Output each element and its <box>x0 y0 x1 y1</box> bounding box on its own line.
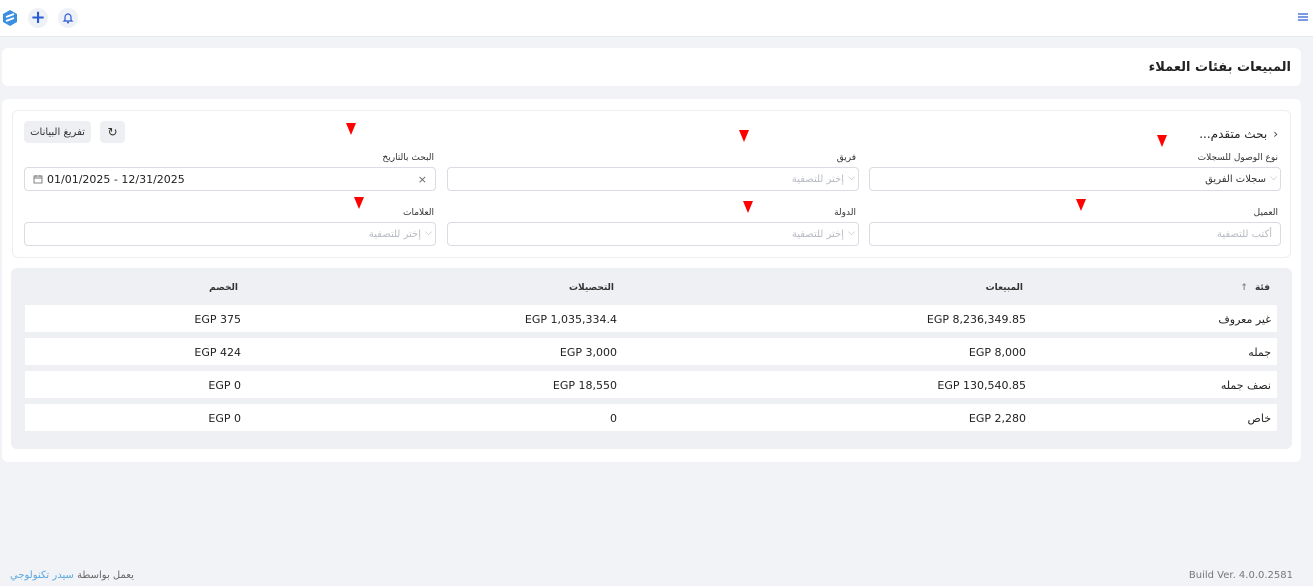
table-row[interactable]: خاص EGP 2,280 0 EGP 0 <box>25 404 1277 431</box>
cell-discount: EGP 0 <box>208 379 241 392</box>
top-bar: + <box>0 0 1313 37</box>
country-select[interactable]: ⌵ إختر للتصفية <box>447 222 859 246</box>
hamburger-icon[interactable] <box>1296 10 1310 24</box>
client-input[interactable]: أكتب للتصفية <box>869 222 1281 246</box>
access-type-label: نوع الوصول للسجلات <box>1197 153 1278 163</box>
plus-icon[interactable]: + <box>28 8 48 28</box>
footer-powered-by: يعمل بواسطة سيدر تكنولوجي <box>10 570 134 581</box>
refresh-button[interactable]: ↻ <box>100 121 125 143</box>
export-button[interactable]: تفريغ البيانات <box>24 121 91 143</box>
cell-discount: EGP 375 <box>194 313 241 326</box>
chevron-down-icon: ⌵ <box>848 228 855 238</box>
annotation-marker <box>1076 199 1086 211</box>
sort-up-icon: ↑ <box>1240 283 1248 293</box>
chevron-left-icon: ‹ <box>1273 127 1278 141</box>
advanced-search-toggle[interactable]: ‹ بحث متقدم... <box>1199 127 1278 141</box>
cell-collections: EGP 18,550 <box>552 379 617 392</box>
column-header-discount[interactable]: الخصم <box>209 283 238 293</box>
main-card: ‹ بحث متقدم... تفريغ البيانات ↻ نوع الوص… <box>2 99 1301 462</box>
cell-discount: EGP 424 <box>194 346 241 359</box>
chevron-down-icon: ⌵ <box>848 173 855 183</box>
logo-icon[interactable] <box>0 8 20 28</box>
table-row[interactable]: غير معروف EGP 8,236,349.85 EGP 1,035,334… <box>25 305 1277 332</box>
clear-icon[interactable]: × <box>418 173 427 186</box>
access-type-select[interactable]: ⌵ سجلات الفريق <box>869 167 1281 191</box>
column-header-collections[interactable]: التحصيلات <box>569 283 614 293</box>
tags-label: العلامات <box>403 208 434 218</box>
title-card: المبيعات بفئات العملاء <box>2 48 1301 86</box>
cell-collections: EGP 3,000 <box>559 346 617 359</box>
date-label: البحث بالتاريخ <box>382 153 434 163</box>
team-label: فريق <box>836 153 856 163</box>
cell-category: غير معروف <box>1218 313 1271 326</box>
annotation-marker <box>1157 135 1167 147</box>
cell-collections: 0 <box>610 412 617 425</box>
table-row[interactable]: جمله EGP 8,000 EGP 3,000 EGP 424 <box>25 338 1277 365</box>
cell-sales: EGP 8,000 <box>968 346 1026 359</box>
page-title: المبيعات بفئات العملاء <box>1148 60 1291 75</box>
annotation-marker <box>739 130 749 142</box>
advanced-search-label: بحث متقدم... <box>1199 127 1268 141</box>
cell-category: نصف جمله <box>1220 379 1271 392</box>
column-header-category[interactable]: فئة ↑ <box>1240 283 1270 293</box>
team-select[interactable]: ⌵ إختر للتصفية <box>447 167 859 191</box>
build-version: Build Ver. 4.0.0.2581 <box>1188 570 1293 581</box>
calendar-icon <box>33 174 43 187</box>
client-label: العميل <box>1253 208 1278 218</box>
data-table: فئة ↑ المبيعات التحصيلات الخصم غير معروف… <box>11 268 1292 449</box>
chevron-down-icon: ⌵ <box>425 228 432 238</box>
cell-category: جمله <box>1248 346 1271 359</box>
bell-icon[interactable] <box>58 8 78 28</box>
cell-collections: EGP 1,035,334.4 <box>524 313 617 326</box>
tags-select[interactable]: ⌵ إختر للتصفية <box>24 222 436 246</box>
date-range-input[interactable]: 01/01/2025 - 12/31/2025 × <box>24 167 436 191</box>
brand-link[interactable]: سيدر تكنولوجي <box>10 570 74 581</box>
table-row[interactable]: نصف جمله EGP 130,540.85 EGP 18,550 EGP 0 <box>25 371 1277 398</box>
column-header-sales[interactable]: المبيعات <box>986 283 1023 293</box>
filter-panel: ‹ بحث متقدم... تفريغ البيانات ↻ نوع الوص… <box>12 110 1291 258</box>
cell-sales: EGP 2,280 <box>968 412 1026 425</box>
annotation-marker <box>743 201 753 213</box>
cell-discount: EGP 0 <box>208 412 241 425</box>
country-label: الدولة <box>834 208 856 218</box>
cell-sales: EGP 130,540.85 <box>937 379 1026 392</box>
chevron-down-icon: ⌵ <box>1270 173 1277 183</box>
cell-sales: EGP 8,236,349.85 <box>926 313 1026 326</box>
annotation-marker <box>354 197 364 209</box>
refresh-icon: ↻ <box>107 125 118 139</box>
annotation-marker <box>346 123 356 135</box>
cell-category: خاص <box>1247 412 1271 425</box>
